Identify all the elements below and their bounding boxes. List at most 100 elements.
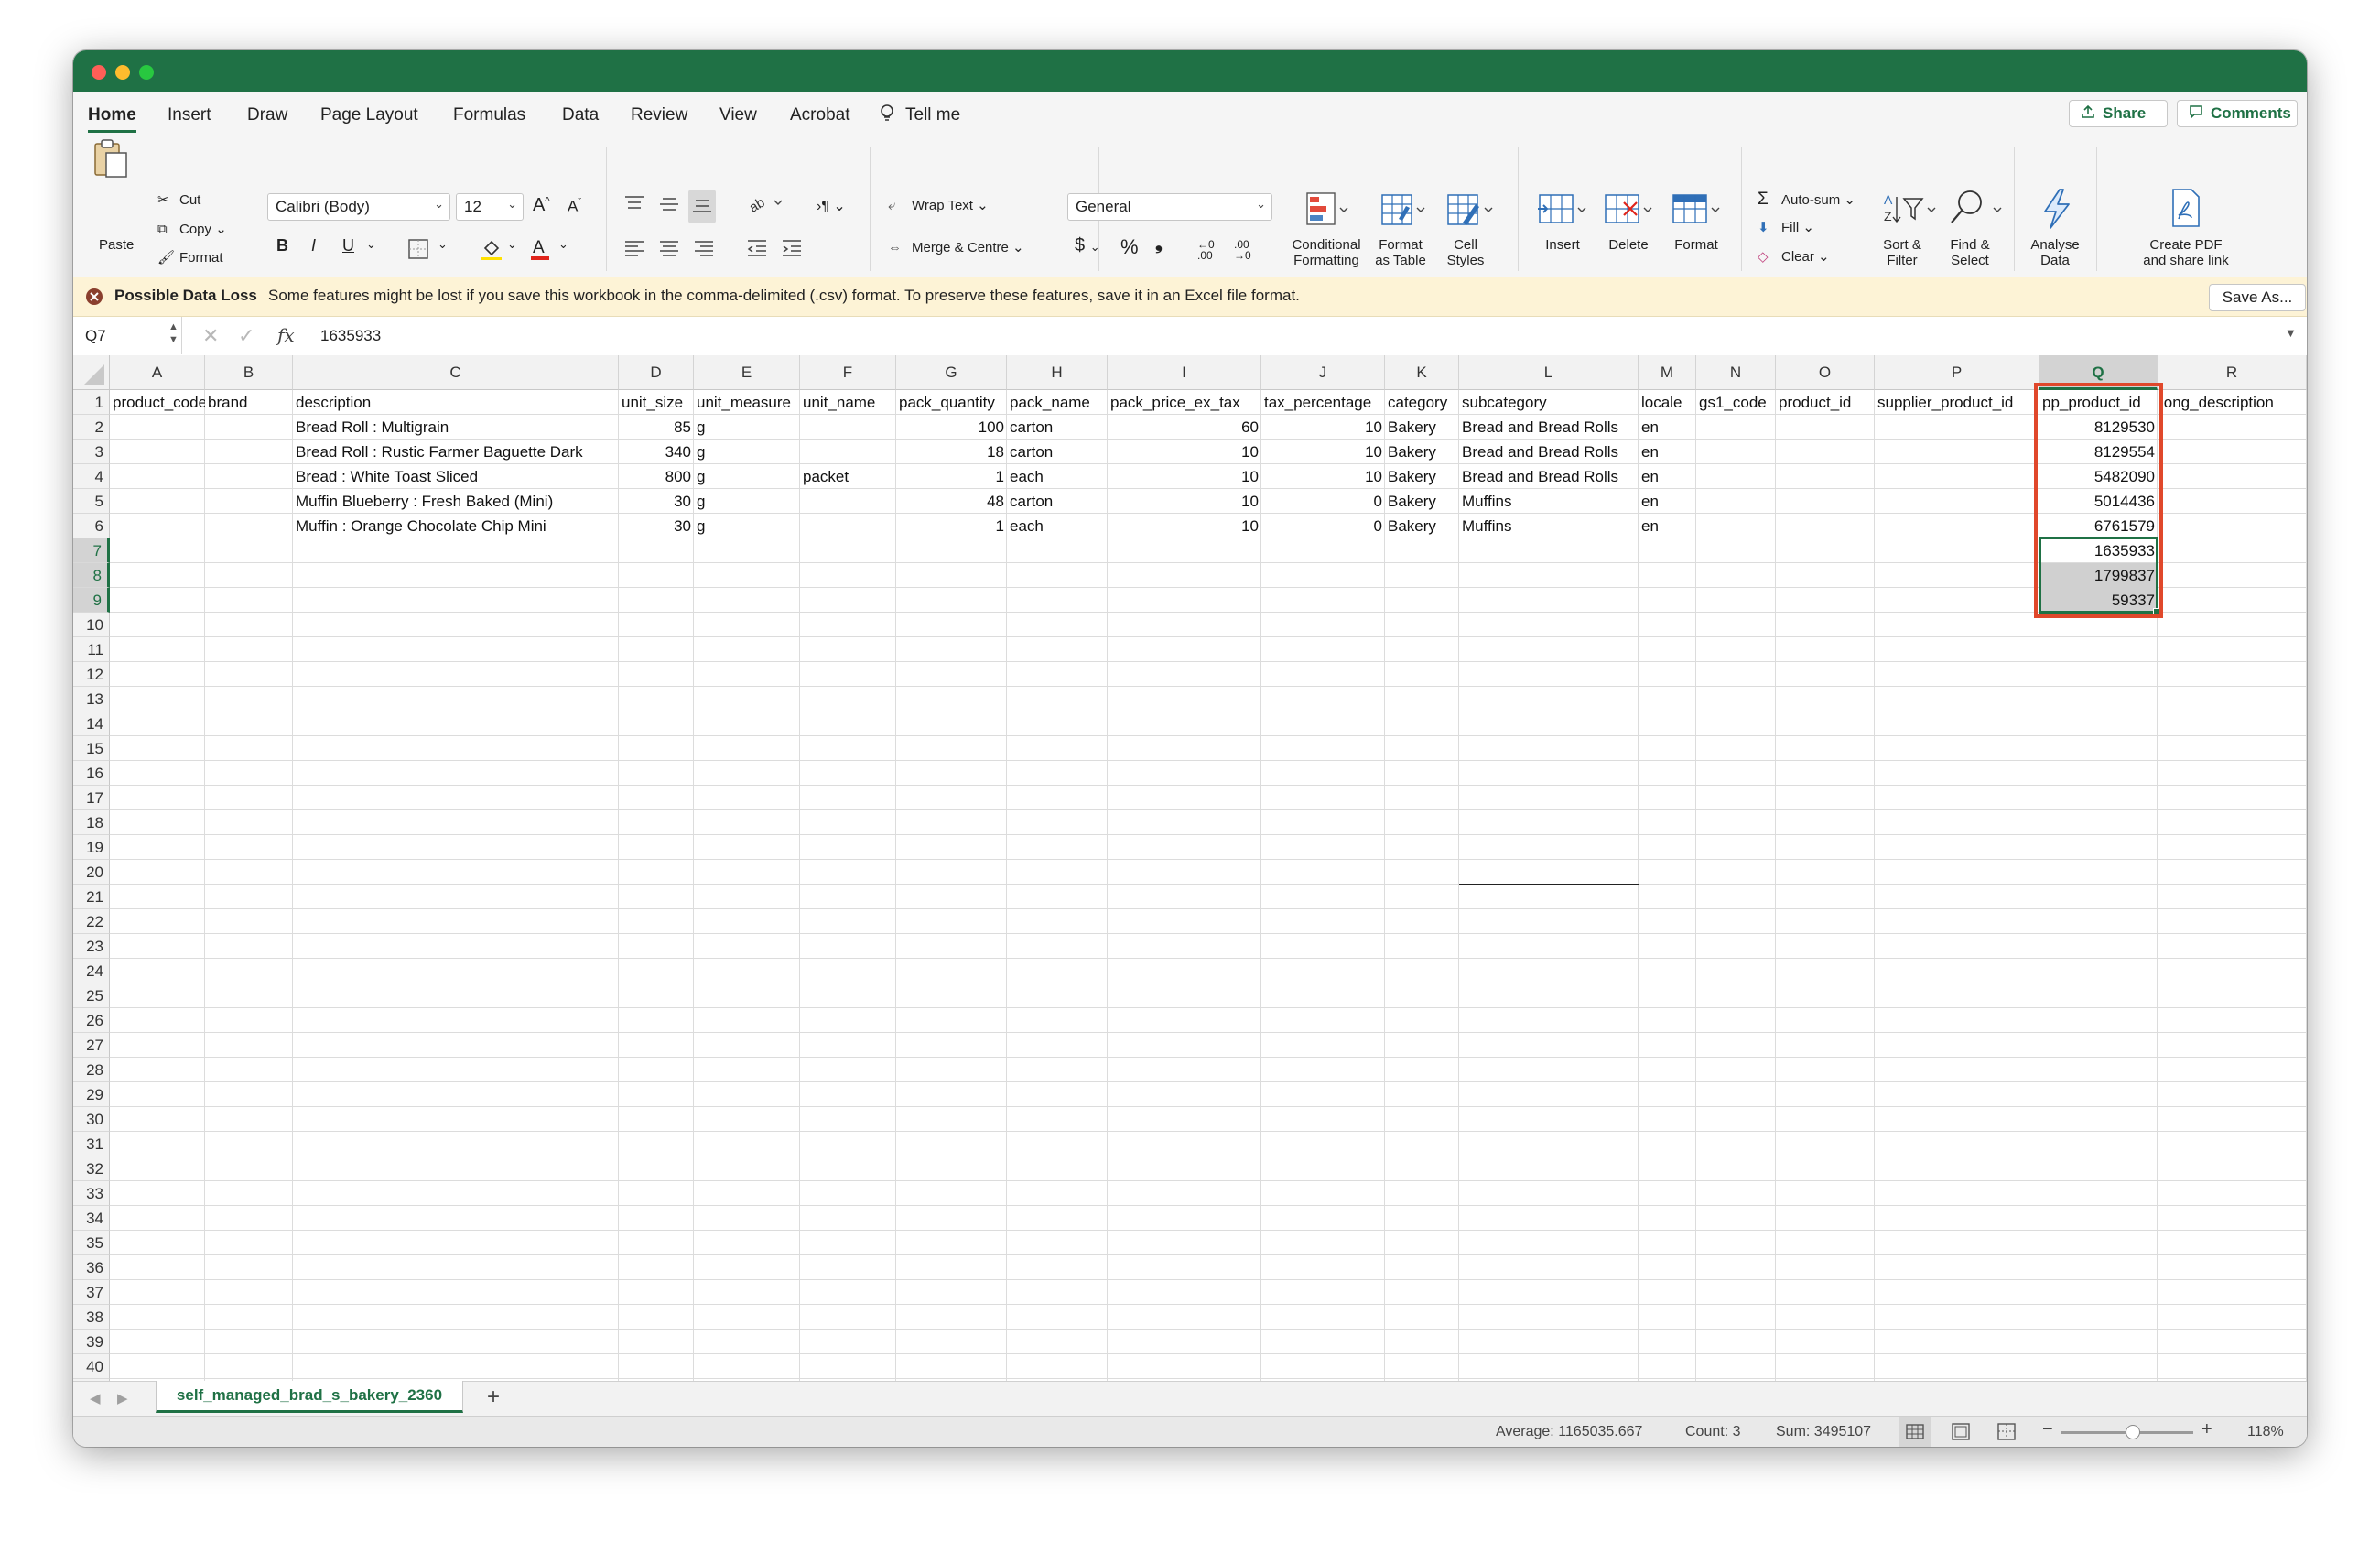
cell-m6[interactable]: en xyxy=(1639,514,1696,538)
number-format-select[interactable]: General ⌄ xyxy=(1067,193,1272,221)
row-header-6[interactable]: 6 xyxy=(73,514,110,538)
confirm-entry-icon[interactable]: ✓ xyxy=(238,324,254,348)
header-cell-h[interactable]: pack_name xyxy=(1007,390,1108,415)
cell-g3[interactable]: 18 xyxy=(896,440,1007,464)
find-select-label[interactable]: Find & Select xyxy=(1944,237,1996,268)
column-header-g[interactable]: G xyxy=(896,355,1007,390)
font-name-select[interactable]: Calibri (Body) ⌄ xyxy=(267,193,450,221)
cell-i4[interactable]: 10 xyxy=(1108,464,1261,489)
cell-d5[interactable]: 30 xyxy=(619,489,694,514)
italic-button[interactable]: I xyxy=(311,236,316,255)
tab-formulas[interactable]: Formulas xyxy=(453,105,525,125)
formula-input[interactable]: 1635933 xyxy=(320,327,381,345)
minimize-window-button[interactable] xyxy=(115,65,130,80)
row-header-34[interactable]: 34 xyxy=(73,1206,110,1231)
row-header-33[interactable]: 33 xyxy=(73,1181,110,1206)
row-header-24[interactable]: 24 xyxy=(73,959,110,983)
format-painter-button[interactable]: 🖌 Format xyxy=(157,249,223,266)
tab-home[interactable]: Home xyxy=(88,105,136,133)
header-cell-r[interactable]: long_description xyxy=(2158,390,2307,415)
row-header-21[interactable]: 21 xyxy=(73,885,110,909)
increase-font-icon[interactable]: A^ xyxy=(533,195,550,216)
align-top-icon[interactable] xyxy=(624,195,644,218)
cell-i2[interactable]: 60 xyxy=(1108,415,1261,440)
zoom-in-icon[interactable]: + xyxy=(2202,1419,2212,1440)
cell-d6[interactable]: 30 xyxy=(619,514,694,538)
delete-cells-icon[interactable] xyxy=(1604,191,1655,233)
column-header-i[interactable]: I xyxy=(1108,355,1261,390)
format-cells-label[interactable]: Format xyxy=(1673,237,1719,253)
zoom-slider-thumb[interactable] xyxy=(2126,1425,2140,1439)
column-header-r[interactable]: R xyxy=(2158,355,2307,390)
share-button[interactable]: Share xyxy=(2069,100,2168,127)
tab-draw[interactable]: Draw xyxy=(247,105,287,125)
cell-i6[interactable]: 10 xyxy=(1108,514,1261,538)
cell-styles-label[interactable]: Cell Styles xyxy=(1444,237,1487,268)
tab-page-layout[interactable]: Page Layout xyxy=(320,105,418,125)
column-header-j[interactable]: J xyxy=(1261,355,1385,390)
cell-h2[interactable]: carton xyxy=(1007,415,1108,440)
cell-l3[interactable]: Bread and Bread Rolls xyxy=(1459,440,1639,464)
header-cell-i[interactable]: pack_price_ex_tax xyxy=(1108,390,1261,415)
borders-icon[interactable] xyxy=(408,239,428,264)
row-header-26[interactable]: 26 xyxy=(73,1008,110,1033)
row-header-31[interactable]: 31 xyxy=(73,1132,110,1156)
increase-decimal-icon[interactable]: ←0.00 xyxy=(1197,239,1215,261)
cell-h3[interactable]: carton xyxy=(1007,440,1108,464)
percent-icon[interactable]: % xyxy=(1120,235,1139,259)
cell-k2[interactable]: Bakery xyxy=(1385,415,1459,440)
cell-f4[interactable]: packet xyxy=(800,464,896,489)
cell-c4[interactable]: Bread : White Toast Sliced xyxy=(293,464,619,489)
column-header-b[interactable]: B xyxy=(205,355,293,390)
decrease-decimal-icon[interactable]: .00 →0 xyxy=(1234,239,1251,261)
column-header-h[interactable]: H xyxy=(1007,355,1108,390)
create-pdf-icon[interactable] xyxy=(2168,188,2204,234)
cell-j4[interactable]: 10 xyxy=(1261,464,1385,489)
header-cell-b[interactable]: brand xyxy=(205,390,293,415)
cell-h6[interactable]: each xyxy=(1007,514,1108,538)
header-cell-m[interactable]: locale xyxy=(1639,390,1696,415)
chevron-down-icon[interactable]: ⌄ xyxy=(366,237,376,252)
insert-function-icon[interactable]: fx xyxy=(277,324,295,346)
row-header-37[interactable]: 37 xyxy=(73,1280,110,1305)
format-as-table-icon[interactable] xyxy=(1380,191,1426,234)
cancel-entry-icon[interactable]: ✕ xyxy=(202,324,219,348)
name-box[interactable]: Q7 ▲ ▼ xyxy=(73,317,182,354)
row-header-35[interactable]: 35 xyxy=(73,1231,110,1255)
decrease-indent-icon[interactable] xyxy=(747,239,767,262)
cell-l2[interactable]: Bread and Bread Rolls xyxy=(1459,415,1639,440)
column-header-p[interactable]: P xyxy=(1875,355,2039,390)
expand-formula-bar-icon[interactable]: ▼ xyxy=(2285,326,2297,340)
align-middle-icon[interactable] xyxy=(659,195,679,218)
row-header-32[interactable]: 32 xyxy=(73,1156,110,1181)
cell-k4[interactable]: Bakery xyxy=(1385,464,1459,489)
row-header-16[interactable]: 16 xyxy=(73,761,110,786)
row-header-8[interactable]: 8 xyxy=(73,563,110,588)
row-header-12[interactable]: 12 xyxy=(73,662,110,687)
copy-button[interactable]: ⧉ Copy ⌄ xyxy=(157,221,227,237)
worksheet-grid[interactable]: ABCDEFGHIJKLMNOPQR 1 2 3 4 5 6 7 8 9 10 11 12 13 14 15… xyxy=(73,355,2307,1432)
row-header-28[interactable]: 28 xyxy=(73,1058,110,1082)
row-header-11[interactable]: 11 xyxy=(73,637,110,662)
header-cell-e[interactable]: unit_measure xyxy=(694,390,800,415)
conditional-formatting-icon[interactable] xyxy=(1305,191,1349,233)
chevron-down-icon[interactable]: ⌄ xyxy=(438,237,448,252)
row-header-4[interactable]: 4 xyxy=(73,464,110,489)
row-header-29[interactable]: 29 xyxy=(73,1082,110,1107)
delete-cells-label[interactable]: Delete xyxy=(1607,237,1650,253)
normal-view-icon[interactable] xyxy=(1899,1417,1931,1447)
column-header-d[interactable]: D xyxy=(619,355,694,390)
chevron-down-icon[interactable]: ⌄ xyxy=(507,237,517,252)
cell-e6[interactable]: g xyxy=(694,514,800,538)
row-header-18[interactable]: 18 xyxy=(73,810,110,835)
add-sheet-button[interactable]: + xyxy=(487,1385,500,1410)
cell-k6[interactable]: Bakery xyxy=(1385,514,1459,538)
insert-cells-label[interactable]: Insert xyxy=(1542,237,1584,253)
column-header-c[interactable]: C xyxy=(293,355,619,390)
row-header-1[interactable]: 1 xyxy=(73,390,110,415)
row-header-14[interactable]: 14 xyxy=(73,711,110,736)
row-header-30[interactable]: 30 xyxy=(73,1107,110,1132)
cell-j5[interactable]: 0 xyxy=(1261,489,1385,514)
row-header-19[interactable]: 19 xyxy=(73,835,110,860)
scroll-sheets-right-icon[interactable]: ▶ xyxy=(117,1390,128,1406)
